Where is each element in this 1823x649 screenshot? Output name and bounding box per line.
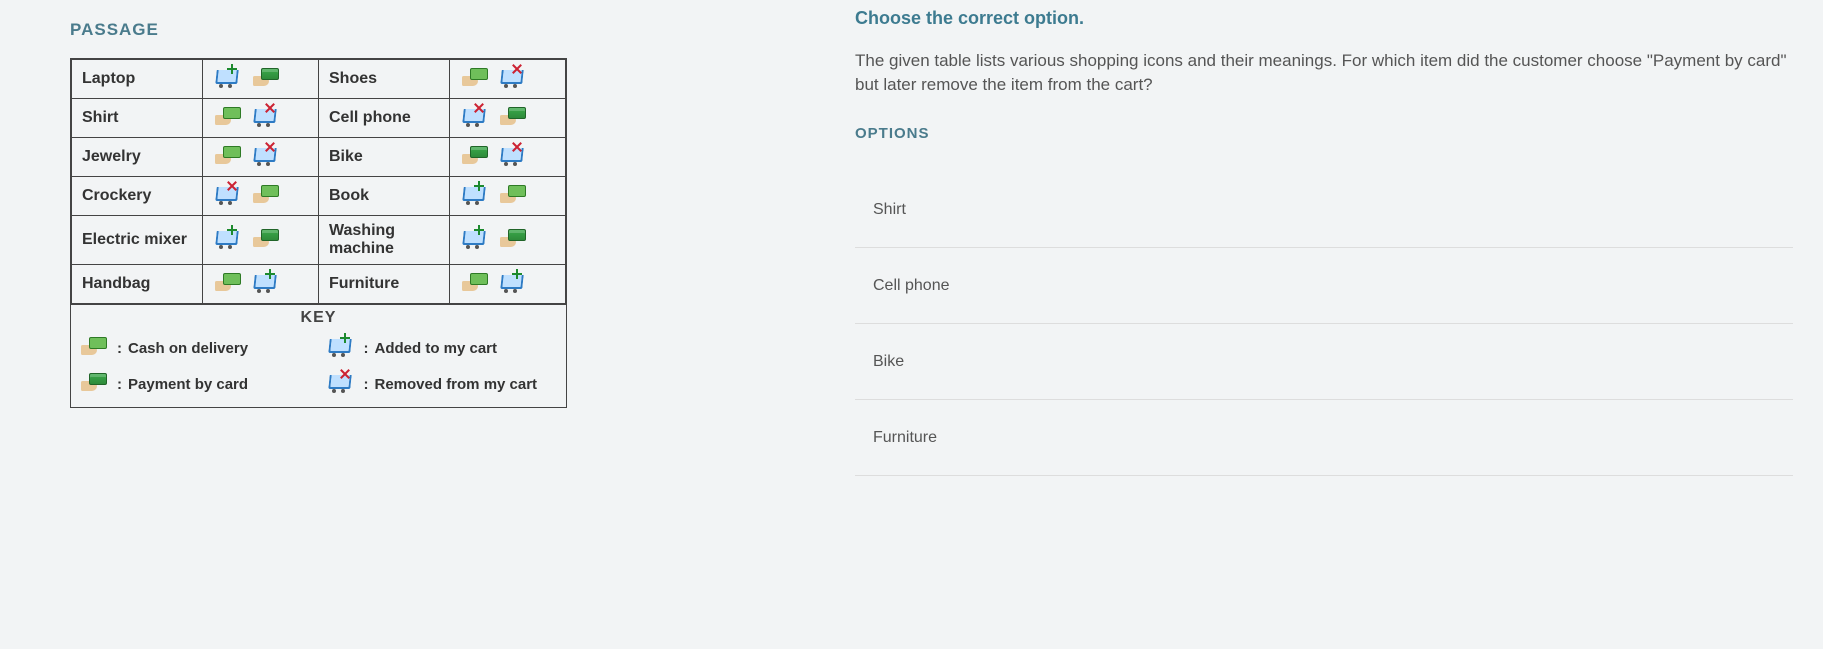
cash-on-delivery-icon: [460, 66, 488, 92]
key-heading: KEY: [71, 304, 566, 329]
table-row: Crockery Book: [72, 177, 566, 216]
item-name-cell: Electric mixer: [72, 216, 203, 265]
item-icons-cell: [450, 60, 566, 99]
removed-from-cart-icon: [460, 105, 488, 131]
added-to-cart-icon: [213, 66, 241, 92]
question-pane: Choose the correct option. The given tab…: [835, 0, 1823, 649]
item-icons-cell: [203, 99, 319, 138]
item-name-cell: Handbag: [72, 265, 203, 304]
table-row: Electric mixer Washing machine: [72, 216, 566, 265]
item-icons-cell: [450, 216, 566, 265]
cash-on-delivery-icon: [251, 183, 279, 209]
cash-on-delivery-icon: [498, 183, 526, 209]
option-bike[interactable]: Bike: [855, 324, 1793, 400]
removed-from-cart-icon: [213, 183, 241, 209]
payment-by-card-icon: [460, 144, 488, 170]
table-row: Shirt Cell phone: [72, 99, 566, 138]
cash-on-delivery-icon: [213, 144, 241, 170]
key-grid: : Cash on delivery : Added to my cart : …: [71, 329, 566, 407]
table-row: Laptop Shoes: [72, 60, 566, 99]
key-add-label: Added to my cart: [375, 340, 498, 357]
table-row: Handbag Furniture: [72, 265, 566, 304]
item-icons-cell: [203, 60, 319, 99]
passage-table-box: LaptopShoesShirtCell phoneJewelryBikeCro…: [70, 58, 567, 408]
option-cell-phone[interactable]: Cell phone: [855, 248, 1793, 324]
question-text: The given table lists various shopping i…: [855, 49, 1793, 97]
removed-from-cart-icon: [251, 144, 279, 170]
key-card-label: Payment by card: [128, 376, 248, 393]
cash-on-delivery-icon: [213, 271, 241, 297]
item-icons-cell: [203, 138, 319, 177]
passage-heading: PASSAGE: [70, 20, 835, 40]
added-to-cart-icon: [460, 183, 488, 209]
item-name-cell: Washing machine: [319, 216, 450, 265]
option-furniture[interactable]: Furniture: [855, 400, 1793, 476]
options-heading: OPTIONS: [855, 125, 1793, 142]
cash-on-delivery-icon: [79, 335, 107, 361]
removed-from-cart-icon: [251, 105, 279, 131]
payment-by-card-icon: [498, 105, 526, 131]
added-to-cart-icon: [460, 227, 488, 253]
item-icons-cell: [203, 216, 319, 265]
items-table: LaptopShoesShirtCell phoneJewelryBikeCro…: [71, 59, 566, 304]
item-name-cell: Book: [319, 177, 450, 216]
item-icons-cell: [450, 138, 566, 177]
added-to-cart-icon: [326, 335, 354, 361]
cash-on-delivery-icon: [460, 271, 488, 297]
item-name-cell: Laptop: [72, 60, 203, 99]
key-remove-label: Removed from my cart: [375, 376, 538, 393]
item-name-cell: Shirt: [72, 99, 203, 138]
item-icons-cell: [450, 265, 566, 304]
item-icons-cell: [450, 177, 566, 216]
item-icons-cell: [450, 99, 566, 138]
question-heading: Choose the correct option.: [855, 8, 1793, 29]
item-name-cell: Cell phone: [319, 99, 450, 138]
item-name-cell: Crockery: [72, 177, 203, 216]
item-icons-cell: [203, 265, 319, 304]
removed-from-cart-icon: [498, 144, 526, 170]
item-name-cell: Furniture: [319, 265, 450, 304]
options-list: ShirtCell phoneBikeFurniture: [855, 172, 1793, 476]
payment-by-card-icon: [251, 66, 279, 92]
passage-pane: PASSAGE LaptopShoesShirtCell phoneJewelr…: [0, 0, 835, 649]
key-card: : Payment by card: [79, 371, 312, 397]
key-cash-label: Cash on delivery: [128, 340, 248, 357]
key-add: : Added to my cart: [326, 335, 559, 361]
removed-from-cart-icon: [498, 66, 526, 92]
removed-from-cart-icon: [326, 371, 354, 397]
key-remove: : Removed from my cart: [326, 371, 559, 397]
item-name-cell: Bike: [319, 138, 450, 177]
added-to-cart-icon: [498, 271, 526, 297]
item-name-cell: Shoes: [319, 60, 450, 99]
payment-by-card-icon: [79, 371, 107, 397]
key-cash: : Cash on delivery: [79, 335, 312, 361]
payment-by-card-icon: [498, 227, 526, 253]
option-shirt[interactable]: Shirt: [855, 172, 1793, 248]
added-to-cart-icon: [213, 227, 241, 253]
item-name-cell: Jewelry: [72, 138, 203, 177]
table-row: Jewelry Bike: [72, 138, 566, 177]
payment-by-card-icon: [251, 227, 279, 253]
cash-on-delivery-icon: [213, 105, 241, 131]
added-to-cart-icon: [251, 271, 279, 297]
item-icons-cell: [203, 177, 319, 216]
